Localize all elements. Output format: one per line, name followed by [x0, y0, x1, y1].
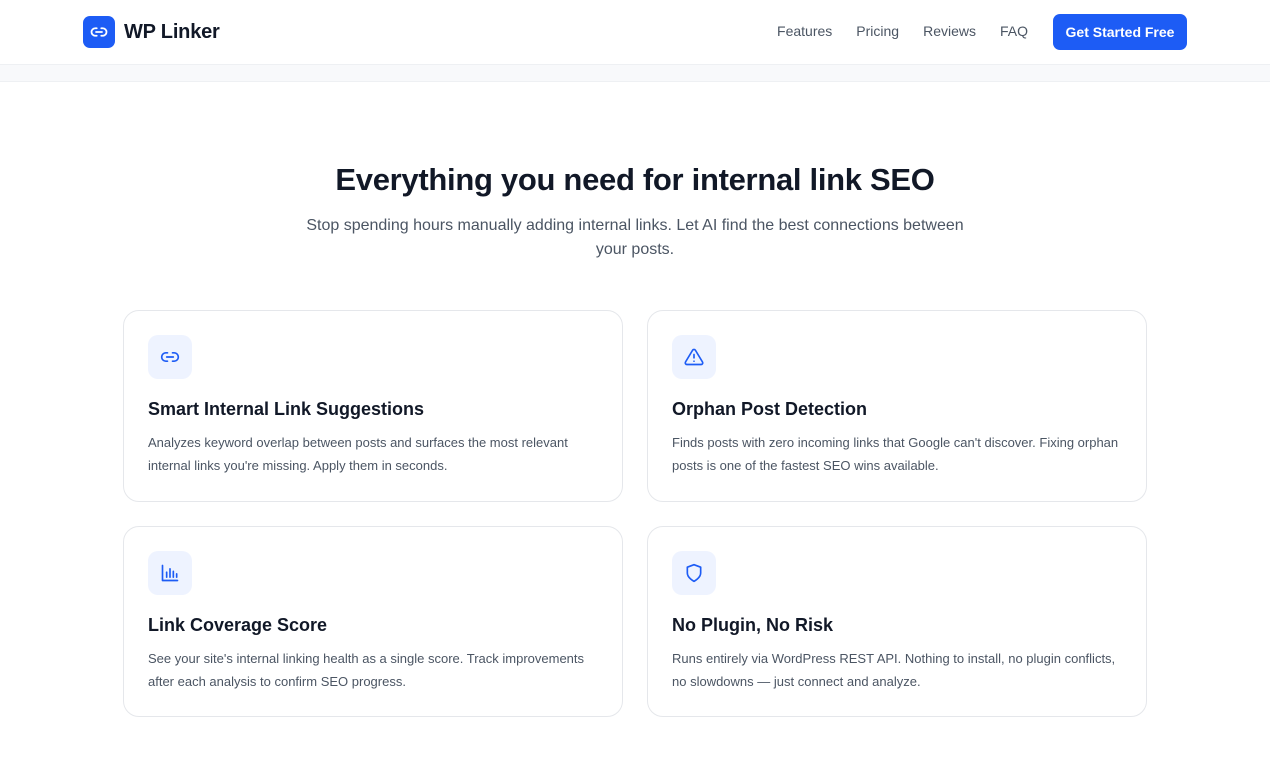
feature-card-description: Analyzes keyword overlap between posts a…: [148, 435, 568, 473]
main-nav: Features Pricing Reviews FAQ: [777, 23, 1028, 39]
get-started-button[interactable]: Get Started Free: [1053, 14, 1187, 50]
shield-icon: [672, 551, 716, 595]
nav-link-pricing[interactable]: Pricing: [856, 23, 899, 39]
brand-logo-link[interactable]: WP Linker: [83, 16, 220, 48]
link-icon: [148, 335, 192, 379]
feature-card-title: Link Coverage Score: [148, 615, 328, 635]
feature-card-description: Finds posts with zero incoming links tha…: [672, 435, 1119, 473]
nav-link-reviews[interactable]: Reviews: [923, 23, 976, 39]
section-subtitle: Stop spending hours manually adding inte…: [306, 217, 964, 258]
nav-link-faq[interactable]: FAQ: [1000, 23, 1028, 39]
link-icon: [83, 16, 115, 48]
warning-triangle-icon: [672, 335, 716, 379]
feature-card-no-plugin: No Plugin, No Risk Runs entirely via Wor…: [647, 526, 1147, 717]
feature-card-orphan-detection: Orphan Post Detection Finds posts with z…: [647, 310, 1147, 502]
navbar-strip: [0, 65, 1270, 82]
brand-name: WP Linker: [124, 20, 220, 43]
feature-card-coverage-score: Link Coverage Score See your site's inte…: [123, 526, 623, 717]
bar-chart-icon: [148, 551, 192, 595]
feature-card-description: See your site's internal linking health …: [148, 651, 585, 689]
feature-card-title: Orphan Post Detection: [672, 399, 868, 419]
nav-link-features[interactable]: Features: [777, 23, 832, 39]
feature-card-description: Runs entirely via WordPress REST API. No…: [672, 651, 1116, 689]
feature-card-title: Smart Internal Link Suggestions: [148, 399, 425, 419]
section-title: Everything you need for internal link SE…: [335, 162, 935, 197]
feature-card-link-suggestions: Smart Internal Link Suggestions Analyzes…: [123, 310, 623, 502]
feature-card-title: No Plugin, No Risk: [672, 615, 834, 635]
